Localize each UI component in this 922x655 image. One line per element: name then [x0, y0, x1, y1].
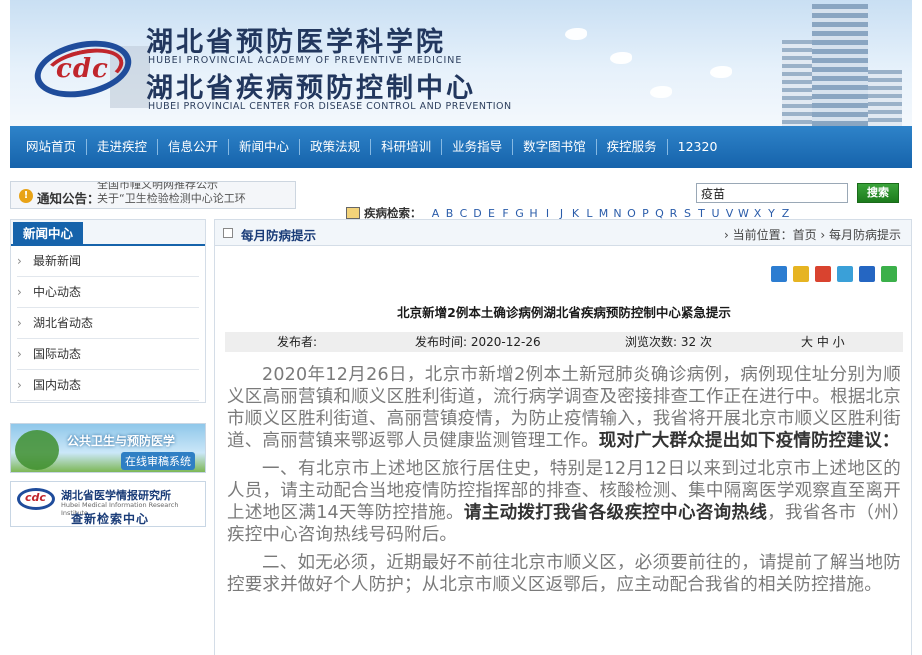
sidebar-item-center-news[interactable]: 中心动态	[17, 277, 199, 308]
publish-time: 发布时间: 2020-12-26	[415, 335, 541, 349]
nav-library[interactable]: 数字图书馆	[513, 139, 597, 155]
academy-title-en: HUBEI PROVINCIAL ACADEMY OF PREVENTIVE M…	[148, 55, 463, 66]
institute-logo-icon	[17, 488, 55, 510]
center-title: 湖北省疾病预防控制中心	[146, 73, 476, 104]
letter-index-item[interactable]: L	[584, 207, 596, 220]
share-plus-icon[interactable]	[771, 266, 787, 282]
letter-index: ABCDEFGHIJKLMNOPQRSTUVWXYZ	[430, 207, 794, 220]
letter-index-item[interactable]: M	[598, 207, 610, 220]
section-icon	[223, 228, 233, 238]
paragraph: 一、有北京市上述地区旅行居住史，特别是12月12日以来到过北京市上述地区的人员，…	[227, 459, 901, 545]
section-title: 每月防病提示	[241, 228, 317, 243]
main-nav: 网站首页 走进疾控 信息公开 新闻中心 政策法规 科研培训 业务指导 数字图书馆…	[10, 126, 912, 168]
letter-index-item[interactable]: A	[430, 207, 442, 220]
letter-index-item[interactable]: J	[556, 207, 568, 220]
letter-index-item[interactable]: S	[682, 207, 694, 220]
sidebar-item-latest-news[interactable]: 最新新闻	[17, 246, 199, 277]
nav-hotline[interactable]: 12320	[668, 139, 728, 155]
share-bar	[765, 266, 897, 282]
nav-policy[interactable]: 政策法规	[300, 139, 372, 155]
banner-subtitle: 查新检索中心	[71, 512, 150, 526]
tree-icon	[15, 430, 59, 470]
letter-index-item[interactable]: R	[668, 207, 680, 220]
notice-box: ! 通知公告： 全国市幢义明网推荐公示 关于“卫生检验检测中心论工环	[10, 181, 296, 209]
letter-index-item[interactable]: O	[626, 207, 638, 220]
letter-index-item[interactable]: G	[514, 207, 526, 220]
article-title: 北京新增2例本土确诊病例湖北省疾病预防控制中心紧急提示	[397, 305, 731, 320]
letter-index-item[interactable]: Y	[766, 207, 778, 220]
dove-icon	[565, 28, 587, 40]
paragraph: 二、如无必须，近期最好不前往北京市顺义区，必须要前往的，请提前了解当地防控要求并…	[227, 553, 901, 595]
letter-index-item[interactable]: U	[710, 207, 722, 220]
notice-item[interactable]: 关于“卫生检验检测中心论工环	[97, 192, 293, 206]
breadcrumb[interactable]: › 当前位置：首页 › 每月防病提示	[724, 226, 901, 243]
review-system-banner[interactable]: 公共卫生与预防医学 在线审稿系统	[10, 423, 206, 473]
academy-title: 湖北省预防医学科学院	[146, 27, 446, 58]
sidebar-item-domestic-news[interactable]: 国内动态	[17, 370, 199, 401]
share-wechat-icon[interactable]	[881, 266, 897, 282]
view-count: 浏览次数: 32 次	[625, 335, 712, 349]
cdc-logo[interactable]: cdc	[28, 28, 150, 108]
letter-index-item[interactable]: V	[724, 207, 736, 220]
letter-index-item[interactable]: B	[444, 207, 456, 220]
logo-text: cdc	[56, 54, 109, 84]
nav-guidance[interactable]: 业务指导	[442, 139, 514, 155]
letter-index-item[interactable]: I	[542, 207, 554, 220]
book-icon	[346, 207, 360, 219]
banner-subtitle: 在线审稿系统	[121, 452, 195, 470]
banner-title: 公共卫生与预防医学	[67, 434, 176, 448]
font-size-switch[interactable]: 大 中 小	[801, 332, 845, 352]
sidebar-item-hubei-news[interactable]: 湖北省动态	[17, 308, 199, 339]
letter-index-item[interactable]: Z	[780, 207, 792, 220]
notice-item[interactable]: 全国市幢义明网推荐公示	[97, 182, 293, 192]
nav-research[interactable]: 科研培训	[371, 139, 443, 155]
article-panel-header: 每月防病提示 › 当前位置：首页 › 每月防病提示	[215, 220, 911, 246]
letter-index-item[interactable]: C	[458, 207, 470, 220]
share-weibo-icon[interactable]	[815, 266, 831, 282]
letter-index-item[interactable]: F	[500, 207, 512, 220]
share-renren-icon[interactable]	[859, 266, 875, 282]
share-favorite-icon[interactable]	[793, 266, 809, 282]
dove-icon	[650, 86, 672, 98]
nav-info-disclosure[interactable]: 信息公开	[158, 139, 230, 155]
letter-index-item[interactable]: W	[738, 207, 750, 220]
center-title-en: HUBEI PROVINCIAL CENTER FOR DISEASE CONT…	[148, 101, 512, 112]
nav-about[interactable]: 走进疾控	[87, 139, 159, 155]
search-input[interactable]	[696, 183, 848, 203]
nav-home[interactable]: 网站首页	[16, 139, 88, 155]
letter-index-item[interactable]: Q	[654, 207, 666, 220]
site-header: cdc 湖北省预防医学科学院 HUBEI PROVINCIAL ACADEMY …	[10, 0, 912, 126]
sidebar-header: 新闻中心	[11, 220, 205, 246]
medical-info-banner[interactable]: 湖北省医学情报研究所 Hubei Medical Information Res…	[10, 481, 206, 527]
article-meta: 发布者: 发布时间: 2020-12-26 浏览次数: 32 次 大 中 小	[225, 332, 903, 352]
nav-news[interactable]: 新闻中心	[229, 139, 301, 155]
letter-index-item[interactable]: X	[752, 207, 764, 220]
search-button[interactable]: 搜索	[857, 183, 899, 203]
notice-icon: !	[19, 189, 33, 203]
page: cdc 湖北省预防医学科学院 HUBEI PROVINCIAL ACADEMY …	[0, 0, 922, 655]
letter-index-item[interactable]: K	[570, 207, 582, 220]
sidebar-item-international-news[interactable]: 国际动态	[17, 339, 199, 370]
building-illustration	[782, 0, 902, 126]
dove-icon	[610, 52, 632, 64]
letter-index-item[interactable]: E	[486, 207, 498, 220]
notice-bar: ! 通知公告： 全国市幢义明网推荐公示 关于“卫生检验检测中心论工环 搜索 疾病…	[10, 181, 912, 220]
notice-ticker: 全国市幢义明网推荐公示 关于“卫生检验检测中心论工环	[97, 182, 293, 208]
nav-services[interactable]: 疾控服务	[597, 139, 668, 155]
letter-index-item[interactable]: H	[528, 207, 540, 220]
paragraph: 2020年12月26日，北京市新增2例本土新冠肺炎确诊病例，病例现住址分别为顺义…	[227, 365, 901, 451]
sidebar-title: 新闻中心	[13, 222, 84, 246]
letter-index-item[interactable]: D	[472, 207, 484, 220]
share-qzone-icon[interactable]	[837, 266, 853, 282]
publisher: 发布者:	[277, 335, 318, 349]
dove-icon	[710, 66, 732, 78]
sidebar: 新闻中心 最新新闻 中心动态 湖北省动态 国际动态 国内动态	[10, 219, 206, 403]
notice-label: 通知公告：	[37, 191, 100, 206]
letter-index-item[interactable]: N	[612, 207, 624, 220]
letter-index-item[interactable]: T	[696, 207, 708, 220]
article-panel: 每月防病提示 › 当前位置：首页 › 每月防病提示 北京新增2例本土确诊病例湖北…	[214, 219, 912, 655]
letter-index-item[interactable]: P	[640, 207, 652, 220]
article-body: 2020年12月26日，北京市新增2例本土新冠肺炎确诊病例，病例现住址分别为顺义…	[227, 364, 901, 602]
